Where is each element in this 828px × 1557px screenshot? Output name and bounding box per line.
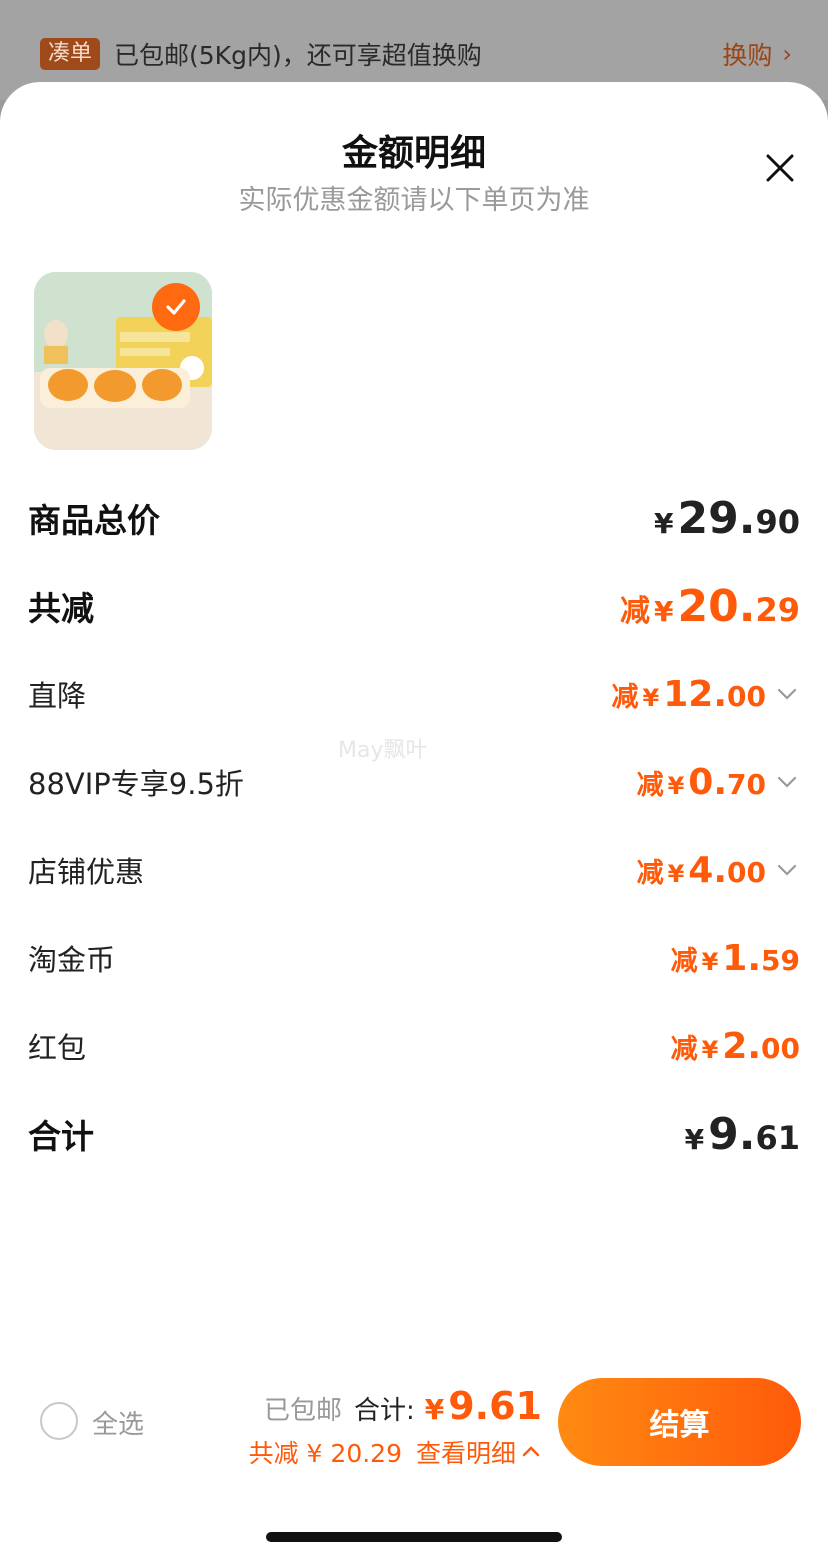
total-discount-amount: 减 ¥ 20. 29 — [620, 581, 800, 632]
amount-decimal: 00 — [727, 855, 766, 889]
redpacket-discount-amount: 减 ¥ 2. 00 — [671, 1026, 800, 1067]
shop-discount-amount: 减 ¥ 4. 00 — [637, 850, 800, 891]
currency-symbol: ¥ — [642, 683, 660, 712]
amount-decimal: 61 — [755, 1118, 800, 1157]
checkout-button[interactable]: 结算 — [558, 1378, 801, 1466]
amount-decimal: 70 — [727, 767, 766, 801]
line-total-discount: 共减 减 ¥ 20. 29 — [28, 576, 800, 636]
amount-decimal: 90 — [755, 502, 800, 541]
direct-drop-amount: 减 ¥ 12. 00 — [612, 674, 800, 715]
line-taojin-coins: 淘金币 减 ¥ 1. 59 — [28, 928, 800, 988]
currency-symbol: ¥ — [667, 859, 685, 888]
bundle-promo-row[interactable]: 凑单 已包邮(5Kg内)，还可享超值换购 换购 › — [40, 34, 792, 74]
amount-integer: 20. — [677, 580, 756, 632]
minus-prefix: 减 — [636, 857, 664, 889]
discount-text: 共减 ¥ 20.29 — [248, 1439, 402, 1468]
currency-symbol: ¥ — [701, 1035, 719, 1064]
watermark: May飘叶 — [338, 738, 428, 763]
amount-decimal: 00 — [761, 1031, 800, 1065]
sheet-title: 金额明细 — [341, 133, 486, 174]
line-label: 红包 — [28, 1031, 87, 1065]
line-subtotal: 合计 ¥ 9. 61 — [28, 1104, 800, 1164]
line-label: 合计 — [28, 1117, 94, 1156]
currency-symbol: ¥ — [701, 947, 719, 976]
amount-integer: 12. — [663, 673, 728, 715]
shipping-message: 已包邮(5Kg内)，还可享超值换购 — [114, 41, 482, 70]
minus-prefix: 减 — [636, 769, 664, 801]
vip-discount-amount: 减 ¥ 0. 70 — [637, 762, 800, 803]
line-total-price: 商品总价 ¥ 29. 90 — [28, 488, 800, 548]
close-button[interactable] — [760, 148, 800, 188]
amount-integer: 4. — [688, 849, 728, 891]
minus-prefix: 减 — [620, 593, 651, 629]
chevron-down-icon[interactable] — [774, 857, 800, 883]
checkmark-icon — [166, 299, 186, 315]
line-label: 88VIP专享9.5折 — [28, 767, 244, 801]
amount-integer: 9. — [708, 1108, 756, 1160]
currency-symbol: ¥ — [654, 506, 674, 540]
line-label: 店铺优惠 — [28, 855, 145, 889]
currency-symbol: ¥ — [424, 1393, 445, 1426]
chevron-up-icon[interactable] — [520, 1441, 542, 1463]
line-direct-drop[interactable]: 直降 减 ¥ 12. 00 — [28, 664, 800, 724]
line-label: 商品总价 — [28, 501, 160, 540]
amount-integer: 1. — [722, 937, 762, 979]
chevron-right-icon: › — [782, 40, 792, 68]
amount-integer: 0. — [688, 761, 728, 803]
select-all-radio[interactable] — [40, 1402, 78, 1440]
discount-summary[interactable]: 共减 ¥ 20.29 查看明细 — [249, 1434, 542, 1470]
checkout-bar: 全选 已包邮 合计: ¥ 9.61 共减 ¥ 20.29 查看明细 结算 — [0, 1374, 828, 1557]
minus-prefix: 减 — [670, 945, 698, 977]
item-selected-checkbox[interactable] — [152, 283, 200, 331]
currency-symbol: ¥ — [654, 594, 674, 628]
amount-integer: 29. — [677, 492, 756, 544]
total-price-amount: ¥ 29. 90 — [654, 493, 800, 544]
close-icon — [766, 154, 794, 182]
amount-decimal: 00 — [727, 679, 766, 713]
line-red-packet: 红包 减 ¥ 2. 00 — [28, 1016, 800, 1076]
line-label: 直降 — [28, 679, 87, 713]
total-label: 合计: — [353, 1396, 415, 1426]
swap-link[interactable]: 换购 — [722, 36, 772, 72]
chevron-down-icon[interactable] — [774, 769, 800, 795]
line-label: 共减 — [28, 589, 94, 628]
amount-integer: 2. — [722, 1025, 762, 1067]
minus-prefix: 减 — [670, 1033, 698, 1065]
currency-symbol: ¥ — [684, 1122, 705, 1156]
chevron-down-icon[interactable] — [774, 681, 800, 707]
minus-prefix: 减 — [611, 681, 639, 713]
coins-discount-amount: 减 ¥ 1. 59 — [671, 938, 800, 979]
currency-symbol: ¥ — [667, 771, 685, 800]
sheet-subtitle: 实际优惠金额请以下单页为准 — [238, 185, 590, 216]
amount-decimal: 59 — [761, 943, 800, 977]
bundle-tag: 凑单 — [40, 38, 101, 70]
total-value: 9.61 — [448, 1384, 542, 1428]
subtotal-amount: ¥ 9. 61 — [685, 1109, 800, 1160]
select-all-label[interactable]: 全选 — [92, 1404, 144, 1441]
view-detail-link[interactable]: 查看明细 — [416, 1434, 516, 1470]
home-indicator — [266, 1532, 562, 1542]
amount-decimal: 29 — [755, 590, 800, 629]
line-shop-discount[interactable]: 店铺优惠 减 ¥ 4. 00 — [28, 840, 800, 900]
free-shipping-text: 已包邮 — [263, 1396, 342, 1426]
total-summary: 已包邮 合计: ¥ 9.61 — [264, 1384, 542, 1428]
line-label: 淘金币 — [28, 943, 116, 977]
amount-detail-sheet: 金额明细 实际优惠金额请以下单页为准 商品总价 ¥ 29. 90 共减 减 ¥ … — [0, 82, 828, 1557]
